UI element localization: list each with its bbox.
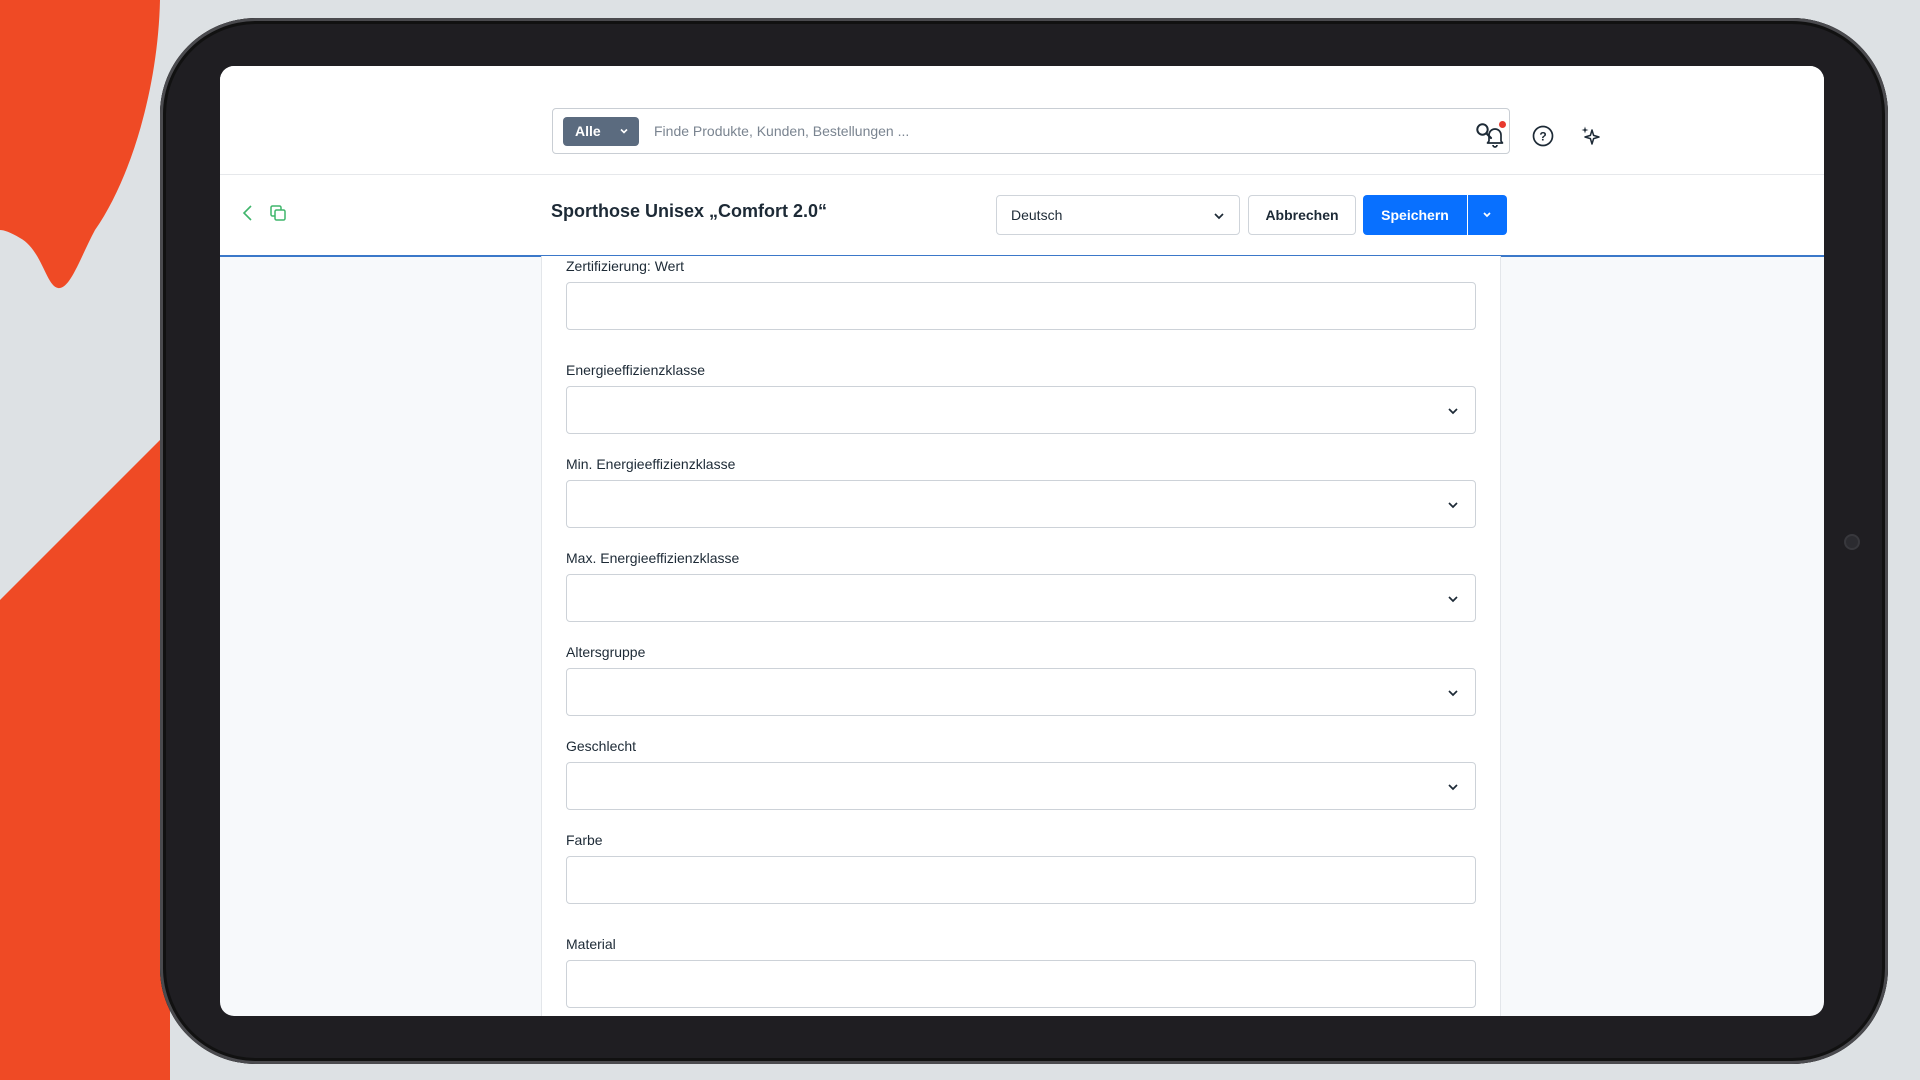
field-label: Min. Energieeffizienzklasse — [566, 456, 736, 472]
back-icon[interactable] — [240, 203, 256, 223]
chevron-down-icon — [1448, 596, 1458, 603]
svg-text:?: ? — [1539, 130, 1546, 144]
app-screen: Alle Finde Produkte, Kunden, Bestellunge… — [220, 66, 1824, 1016]
search-input[interactable]: Finde Produkte, Kunden, Bestellungen ... — [654, 109, 909, 153]
altersgruppe-select[interactable] — [566, 668, 1476, 716]
chevron-down-icon — [1483, 212, 1491, 218]
save-button[interactable]: Speichern — [1363, 195, 1467, 235]
max-energieeffizienzklasse-select[interactable] — [566, 574, 1476, 622]
chevron-down-icon — [1448, 690, 1458, 697]
save-options-button[interactable] — [1468, 195, 1507, 235]
page-title: Sporthose Unisex „Comfort 2.0“ — [551, 201, 828, 221]
chevron-down-icon — [1448, 502, 1458, 509]
geschlecht-select[interactable] — [566, 762, 1476, 810]
material-input[interactable] — [566, 960, 1476, 1008]
page-header: Sporthose Unisex „Comfort 2.0“ Deutsch A… — [220, 175, 1824, 257]
ai-assistant-button[interactable] — [1579, 124, 1603, 153]
tablet-frame: Alle Finde Produkte, Kunden, Bestellunge… — [160, 18, 1888, 1064]
top-bar: Alle Finde Produkte, Kunden, Bestellunge… — [220, 66, 1824, 175]
global-search[interactable]: Alle Finde Produkte, Kunden, Bestellunge… — [552, 108, 1510, 154]
field-label: Zertifizierung: Wert — [566, 258, 684, 274]
field-label: Farbe — [566, 832, 603, 848]
search-scope-dropdown[interactable]: Alle — [563, 117, 639, 146]
copy-icon[interactable] — [268, 203, 288, 223]
energieeffizienzklasse-select[interactable] — [566, 386, 1476, 434]
field-label: Material — [566, 936, 616, 952]
field-label: Altersgruppe — [566, 644, 646, 660]
farbe-input[interactable] — [566, 856, 1476, 904]
field-label: Geschlecht — [566, 738, 637, 754]
chevron-down-icon — [1448, 408, 1458, 415]
camera-icon — [1844, 534, 1860, 550]
chevron-down-icon — [1448, 784, 1458, 791]
sparkle-icon — [1581, 126, 1600, 145]
min-energieeffizienzklasse-select[interactable] — [566, 480, 1476, 528]
language-select[interactable]: Deutsch — [996, 195, 1240, 235]
field-label: Max. Energieeffizienzklasse — [566, 550, 740, 566]
help-button[interactable]: ? — [1531, 124, 1555, 153]
field-label: Energieeffizienzklasse — [566, 362, 706, 378]
help-icon: ? — [1532, 125, 1554, 147]
language-select-value: Deutsch — [1011, 207, 1063, 223]
form-panel: Zertifizierung: Wert Energieeffizienzkla… — [541, 256, 1501, 1016]
notification-badge — [1499, 121, 1506, 128]
chevron-down-icon — [620, 128, 628, 134]
zertifizierung-wert-input[interactable] — [566, 282, 1476, 330]
cancel-button[interactable]: Abbrechen — [1248, 195, 1356, 235]
chevron-down-icon — [1214, 213, 1224, 220]
notifications-button[interactable] — [1483, 121, 1507, 153]
search-scope-label: Alle — [575, 123, 601, 139]
